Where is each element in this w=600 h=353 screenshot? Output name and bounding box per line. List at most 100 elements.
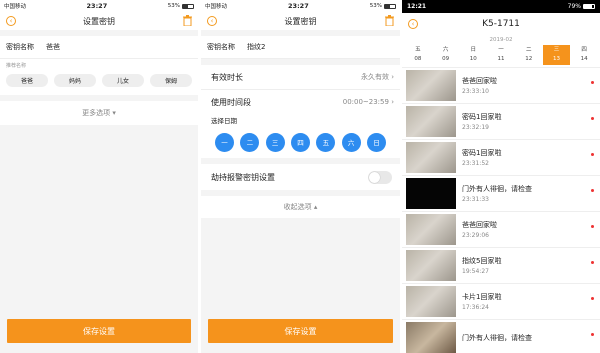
- event-time: 23:31:33: [462, 195, 489, 203]
- event-thumbnail[interactable]: [406, 142, 456, 173]
- key-name-label: 密钥名称: [6, 43, 34, 51]
- event-title: 卡片1回家啦: [462, 292, 502, 301]
- duress-label: 劫持报警密钥设置: [211, 172, 275, 182]
- event-row[interactable]: 爸爸回家啦 23:33:10: [402, 68, 600, 104]
- back-icon[interactable]: ‹: [207, 16, 217, 26]
- unread-dot-icon: [591, 333, 594, 336]
- weekday-tue[interactable]: 二: [240, 132, 260, 152]
- trash-icon[interactable]: [385, 15, 394, 26]
- duration-label: 有效时长: [211, 72, 243, 82]
- event-thumbnail[interactable]: [406, 178, 456, 209]
- event-row[interactable]: 门外有人徘徊，请检查 23:31:33: [402, 176, 600, 212]
- date-cell[interactable]: 二 12: [515, 45, 543, 65]
- month-label: 2019-02: [489, 37, 513, 43]
- event-row[interactable]: 指纹5回家啦 19:54:27: [402, 248, 600, 284]
- key-name-value[interactable]: 爸爸: [46, 42, 60, 52]
- event-row[interactable]: 门外有人徘徊，请检查: [402, 320, 600, 353]
- event-title: 爸爸回家啦: [462, 220, 497, 229]
- unread-dot-icon: [591, 153, 594, 156]
- unread-dot-icon: [591, 297, 594, 300]
- timeslot-row[interactable]: 使用时间段 00:00~23:59 ›: [201, 90, 400, 114]
- page-title: 设置密钥: [83, 16, 115, 26]
- screen-set-key-simple: 中国移动 23:27 53% ‹ 设置密钥 密钥名称 爸爸 推荐名称 爸爸 妈妈…: [0, 0, 198, 353]
- unread-dot-icon: [591, 81, 594, 84]
- event-row[interactable]: 爸爸回家啦 23:29:06: [402, 212, 600, 248]
- event-time: 23:33:10: [462, 87, 489, 95]
- event-title: 密码1回家啦: [462, 112, 502, 121]
- unread-dot-icon: [591, 261, 594, 264]
- save-button[interactable]: 保存设置: [208, 319, 393, 343]
- chip-mom[interactable]: 妈妈: [54, 74, 96, 87]
- recommend-label: 推荐名称: [0, 59, 198, 72]
- battery-text: 79%: [567, 3, 581, 10]
- chip-dad[interactable]: 爸爸: [6, 74, 48, 87]
- event-row[interactable]: 密码1回家啦 23:32:19: [402, 104, 600, 140]
- event-row[interactable]: 卡片1回家啦 17:36:24: [402, 284, 600, 320]
- event-thumbnail[interactable]: [406, 70, 456, 101]
- status-bar: 12:21 79%: [402, 0, 600, 13]
- chevron-right-icon: ›: [391, 98, 394, 106]
- event-title: 密码1回家啦: [462, 148, 502, 157]
- chip-children[interactable]: 儿女: [102, 74, 144, 87]
- status-time: 23:27: [86, 2, 108, 10]
- chip-nanny[interactable]: 保姆: [150, 74, 192, 87]
- status-time: 23:27: [288, 2, 309, 10]
- event-thumbnail[interactable]: [406, 214, 456, 245]
- battery-icon: [583, 4, 595, 9]
- event-thumbnail[interactable]: [406, 286, 456, 317]
- battery-icon: [383, 3, 396, 9]
- key-name-row[interactable]: 密钥名称 爸爸: [0, 36, 198, 58]
- date-label-row: 选择日期: [201, 114, 400, 126]
- key-name-row[interactable]: 密钥名称 指纹2: [201, 36, 400, 58]
- recommend-chips: 爸爸 妈妈 儿女 保姆: [0, 72, 198, 95]
- weekday-mon[interactable]: 一: [215, 132, 234, 152]
- event-title: 门外有人徘徊，请检查: [462, 184, 532, 193]
- duress-row: 劫持报警密钥设置: [201, 164, 400, 190]
- event-thumbnail[interactable]: [406, 250, 456, 281]
- chevron-right-icon: ›: [391, 73, 394, 81]
- event-time: 17:36:24: [462, 303, 489, 311]
- unread-dot-icon: [591, 189, 594, 192]
- back-icon[interactable]: ‹: [408, 19, 418, 29]
- trash-icon[interactable]: [183, 15, 192, 26]
- nav-bar: ‹ 设置密钥: [0, 12, 198, 30]
- battery-text: 53%: [167, 3, 180, 9]
- event-thumbnail[interactable]: [406, 106, 456, 137]
- back-icon[interactable]: ‹: [6, 16, 16, 26]
- screen-event-log: 12:21 79% ‹ K5-1711 2019-02 五 08 六 09 日 10 …: [402, 0, 600, 353]
- page-title: 设置密钥: [284, 16, 317, 26]
- weekday-fri[interactable]: 五: [316, 132, 336, 152]
- event-row[interactable]: 密码1回家啦 23:31:52: [402, 140, 600, 176]
- date-cell[interactable]: 一 11: [487, 45, 515, 65]
- weekday-wed[interactable]: 三: [265, 132, 285, 152]
- weekday-thu[interactable]: 四: [290, 132, 310, 152]
- event-time: 23:31:52: [462, 159, 489, 167]
- key-name-value[interactable]: 指纹2: [247, 42, 265, 52]
- duress-toggle[interactable]: [368, 170, 392, 184]
- screen-set-key-expanded: 中国移动 23:27 53% ‹ 设置密钥 密钥名称 指纹2 有效时长 永久有效…: [201, 0, 400, 353]
- date-cell[interactable]: 四 14: [570, 45, 598, 65]
- date-cell[interactable]: 六 09: [432, 45, 460, 65]
- timeslot-label: 使用时间段: [211, 97, 251, 107]
- more-options[interactable]: 更多选项 ▾: [0, 101, 198, 125]
- key-name-label: 密钥名称: [207, 43, 235, 51]
- date-cell[interactable]: 日 10: [459, 45, 487, 65]
- date-cell[interactable]: 五 08: [404, 45, 432, 65]
- weekday-sun[interactable]: 日: [366, 132, 386, 152]
- date-label: 选择日期: [211, 117, 237, 125]
- event-time: 23:32:19: [462, 123, 489, 131]
- unread-dot-icon: [591, 225, 594, 228]
- event-title: 爸爸回家啦: [462, 76, 497, 85]
- status-bar: 中国移动 23:27 53%: [0, 0, 198, 12]
- carrier-text: 中国移动: [4, 4, 27, 10]
- date-cell-selected[interactable]: 三 13: [542, 45, 571, 65]
- event-thumbnail[interactable]: [406, 322, 456, 353]
- collapse-options[interactable]: 收起选项 ▴: [201, 196, 400, 218]
- event-list: 爸爸回家啦 23:33:10 密码1回家啦 23:32:19 密码1回家啦 23:31:5…: [402, 68, 600, 353]
- weekday-sat[interactable]: 六: [341, 132, 361, 152]
- timeslot-value: 00:00~23:59: [342, 98, 389, 106]
- save-button[interactable]: 保存设置: [7, 319, 191, 343]
- weekday-picker: 一 二 三 四 五 六 日: [201, 126, 400, 158]
- unread-dot-icon: [591, 117, 594, 120]
- duration-row[interactable]: 有效时长 永久有效 ›: [201, 65, 400, 89]
